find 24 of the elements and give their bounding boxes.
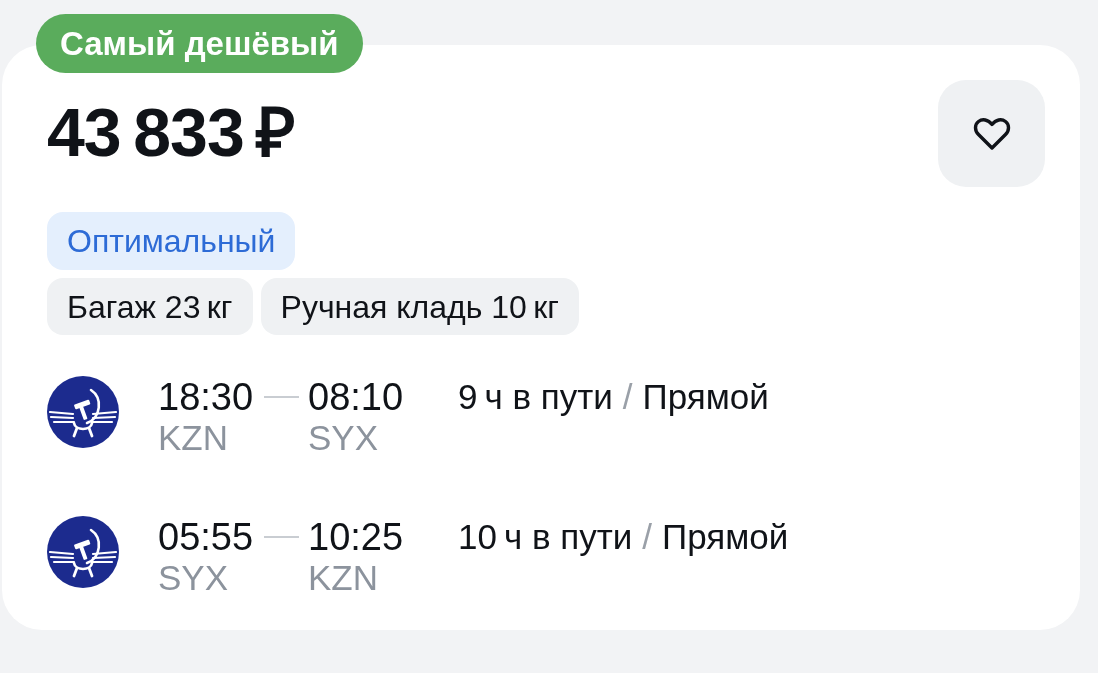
arrival-time: 10:25	[308, 517, 405, 557]
time-dash	[264, 396, 299, 398]
winged-emblem-icon	[47, 516, 119, 588]
cheapest-badge: Самый дешёвый	[36, 14, 363, 73]
price: 43 833 ₽	[47, 98, 296, 166]
favorite-button[interactable]	[938, 80, 1045, 187]
arrival-airport-code: KZN	[308, 557, 379, 599]
arrival-time: 08:10	[308, 377, 405, 417]
departure-time: 05:55	[158, 517, 255, 557]
baggage-tag: Багаж 23 кг	[47, 278, 253, 335]
separator-slash: /	[622, 377, 633, 417]
separator-slash: /	[642, 517, 652, 557]
flight-duration: 9 ч в пути	[458, 377, 613, 417]
winged-emblem-icon	[47, 376, 119, 448]
fare-tag: Оптимальный	[47, 212, 296, 270]
time-dash	[264, 536, 299, 538]
departure-time: 18:30	[158, 377, 255, 417]
stops-info: Прямой	[662, 517, 789, 557]
flight-duration: 10 ч в пути	[458, 517, 633, 557]
arrival-airport-code: SYX	[308, 417, 380, 459]
baggage-tag: Ручная кладь 10 кг	[260, 278, 579, 335]
departure-airport-code: KZN	[158, 417, 229, 459]
departure-airport-code: SYX	[158, 557, 230, 599]
stops-info: Прямой	[642, 377, 769, 417]
